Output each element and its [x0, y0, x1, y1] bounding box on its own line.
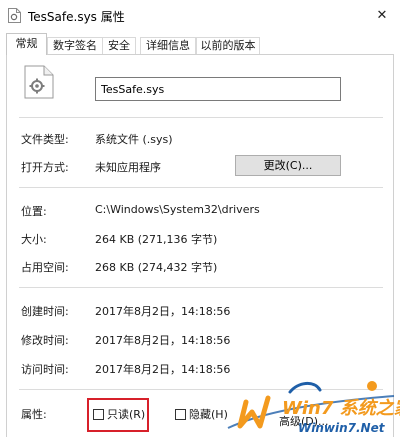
sys-file-large-icon — [24, 65, 54, 99]
file-type-value: 系统文件 (.sys) — [95, 133, 173, 146]
open-with-value: 未知应用程序 — [95, 161, 161, 174]
title-bar[interactable]: TesSafe.sys 属性 ✕ — [0, 0, 400, 31]
hidden-checkbox-box[interactable] — [175, 408, 186, 420]
size-label: 大小: — [21, 233, 47, 246]
watermark-logo: Win7 系统之家 Winwin7.Net — [227, 381, 400, 435]
tab-strip: 常规 数字签名 安全 详细信息 以前的版本 — [0, 31, 400, 55]
window-title: TesSafe.sys 属性 — [28, 10, 125, 24]
size-on-disk-value: 268 KB (274,432 字节) — [95, 261, 218, 274]
tab-security[interactable]: 安全 — [102, 37, 136, 54]
size-value: 264 KB (271,136 字节) — [95, 233, 218, 246]
readonly-highlight-box — [87, 398, 149, 432]
tab-digital-signatures[interactable]: 数字签名 — [47, 37, 103, 54]
modified-label: 修改时间: — [21, 334, 69, 347]
separator — [19, 287, 383, 288]
file-type-label: 文件类型: — [21, 133, 69, 146]
tab-details-label: 详细信息 — [146, 39, 190, 52]
change-button[interactable]: 更改(C)... — [235, 155, 341, 176]
created-label: 创建时间: — [21, 305, 69, 318]
open-with-label: 打开方式: — [21, 161, 69, 174]
system-file-icon — [8, 8, 21, 23]
watermark-text: Win7 系统之家 — [282, 398, 400, 419]
separator — [19, 187, 383, 188]
tab-details[interactable]: 详细信息 — [140, 37, 196, 54]
tab-security-label: 安全 — [108, 39, 130, 52]
file-name-input[interactable] — [95, 77, 341, 101]
close-icon: ✕ — [376, 8, 388, 23]
modified-value: 2017年8月2日，14:18:56 — [95, 334, 231, 347]
location-label: 位置: — [21, 205, 47, 218]
size-on-disk-label: 占用空间: — [21, 261, 69, 274]
tab-previous-versions[interactable]: 以前的版本 — [196, 37, 260, 54]
location-value: C:\Windows\System32\drivers — [95, 203, 260, 216]
tab-digital-signatures-label: 数字签名 — [53, 39, 97, 52]
separator — [19, 117, 383, 118]
tab-general[interactable]: 常规 — [6, 33, 47, 55]
accessed-value: 2017年8月2日，14:18:56 — [95, 363, 231, 376]
created-value: 2017年8月2日，14:18:56 — [95, 305, 231, 318]
watermark-site: Winwin7.Net — [298, 421, 386, 435]
hidden-checkbox[interactable]: 隐藏(H) — [175, 406, 228, 422]
tab-previous-versions-label: 以前的版本 — [200, 39, 256, 52]
attributes-label: 属性: — [21, 408, 47, 421]
accessed-label: 访问时间: — [21, 363, 69, 376]
close-button[interactable]: ✕ — [364, 0, 400, 31]
tab-general-label: 常规 — [15, 37, 38, 50]
